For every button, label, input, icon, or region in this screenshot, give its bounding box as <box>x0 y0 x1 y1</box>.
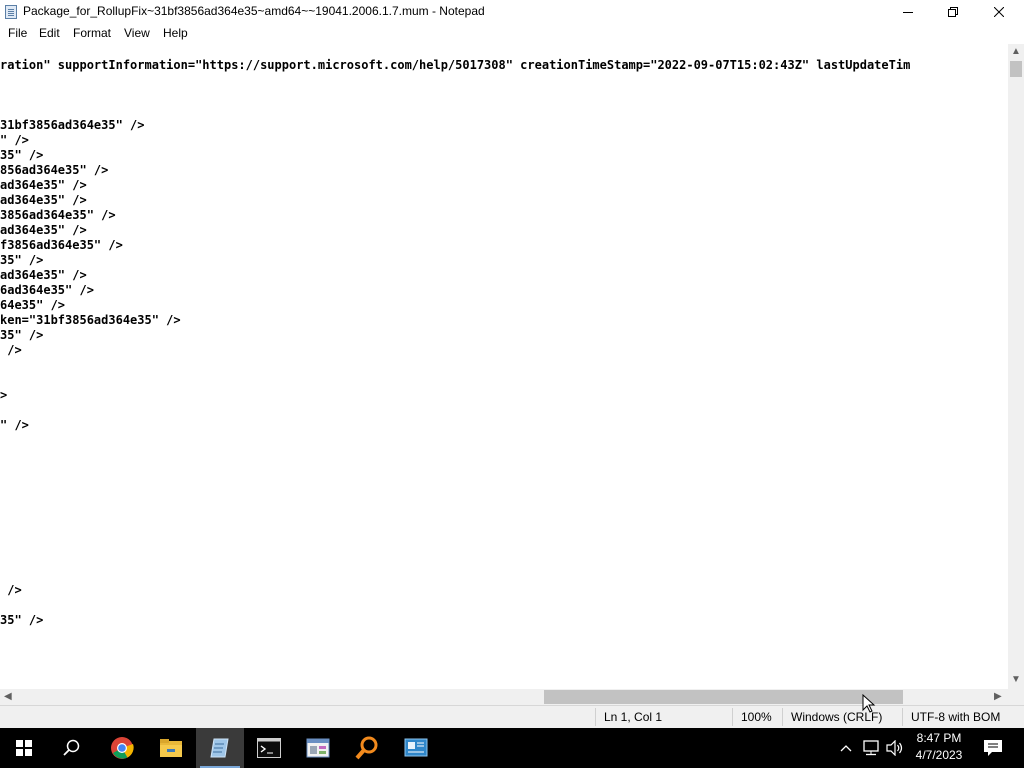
close-button[interactable] <box>976 0 1022 24</box>
menu-bar: File Edit Format View Help <box>0 24 1024 43</box>
text-line: 35" /> <box>0 253 44 267</box>
text-line: ad364e35" /> <box>0 193 87 207</box>
scroll-up-icon[interactable]: ▲ <box>1011 44 1021 60</box>
text-line: 856ad364e35" /> <box>0 163 109 177</box>
menu-edit[interactable]: Edit <box>39 26 60 40</box>
text-line: /> <box>0 343 22 357</box>
taskbar-chrome[interactable] <box>98 728 146 768</box>
status-divider <box>732 708 733 726</box>
magnifier-icon <box>355 736 378 760</box>
network-icon <box>863 740 879 756</box>
status-divider <box>595 708 596 726</box>
taskbar-terminal[interactable] <box>245 728 293 768</box>
text-line: f3856ad364e35" /> <box>0 238 123 252</box>
windows-logo-icon <box>16 740 32 756</box>
text-line: > <box>0 388 8 402</box>
notepad-icon <box>5 5 17 19</box>
scroll-left-icon[interactable]: ◀ <box>4 689 12 705</box>
start-button[interactable] <box>0 728 48 768</box>
taskbar: 8:47 PM 4/7/2023 <box>0 728 1024 768</box>
close-icon <box>994 7 1004 17</box>
clock-time: 8:47 PM <box>916 731 962 745</box>
text-line: /> <box>0 583 22 597</box>
scroll-down-icon[interactable]: ▼ <box>1011 672 1021 688</box>
folder-icon <box>160 739 182 757</box>
text-line: ad364e35" /> <box>0 223 87 237</box>
text-line: 35" /> <box>0 148 44 162</box>
chrome-icon <box>111 737 134 759</box>
status-divider <box>902 708 903 726</box>
title-bar: Package_for_RollupFix~31bf3856ad364e35~a… <box>0 0 1024 24</box>
minimize-button[interactable] <box>885 0 931 24</box>
taskbar-system-info[interactable] <box>392 728 440 768</box>
network-button[interactable] <box>860 728 882 768</box>
status-divider <box>782 708 783 726</box>
window-title: Package_for_RollupFix~31bf3856ad364e35~a… <box>23 4 485 18</box>
terminal-icon <box>257 738 281 758</box>
restore-icon <box>948 7 958 17</box>
text-line: 35" /> <box>0 613 44 627</box>
horizontal-scroll-thumb[interactable] <box>544 690 903 704</box>
menu-help[interactable]: Help <box>163 26 188 40</box>
scrollbar-corner <box>1008 689 1024 705</box>
text-line: 6ad364e35" /> <box>0 283 94 297</box>
vertical-scrollbar[interactable]: ▲ ▼ <box>1008 44 1024 689</box>
system-info-icon <box>404 738 428 757</box>
restore-button[interactable] <box>930 0 976 24</box>
text-editor[interactable]: ration" supportInformation="https://supp… <box>0 44 1008 689</box>
text-line: 35" /> <box>0 328 44 342</box>
text-line: ad364e35" /> <box>0 178 87 192</box>
mouse-cursor-icon <box>862 694 876 713</box>
search-button[interactable] <box>48 728 96 768</box>
notifications-button[interactable] <box>980 728 1006 768</box>
chevron-up-icon <box>840 745 852 752</box>
text-line: 31bf3856ad364e35" /> <box>0 118 145 132</box>
taskbar-control-panel[interactable] <box>294 728 342 768</box>
volume-icon <box>886 740 903 756</box>
vertical-scroll-thumb[interactable] <box>1010 61 1022 77</box>
volume-button[interactable] <box>884 728 906 768</box>
text-line: " /> <box>0 133 29 147</box>
status-encoding: UTF-8 with BOM <box>911 710 1001 724</box>
search-icon <box>63 739 80 756</box>
text-line: ad364e35" /> <box>0 268 87 282</box>
horizontal-scrollbar[interactable]: ◀ ▶ <box>0 689 1008 705</box>
minimize-icon <box>903 12 913 13</box>
status-zoom: 100% <box>741 710 772 724</box>
show-hidden-icons-button[interactable] <box>836 728 856 768</box>
menu-file[interactable]: File <box>8 26 27 40</box>
text-line: ken="31bf3856ad364e35" /> <box>0 313 181 327</box>
status-position: Ln 1, Col 1 <box>604 710 663 724</box>
taskbar-notepad[interactable] <box>196 728 244 768</box>
text-line: ration" supportInformation="https://supp… <box>0 58 911 72</box>
clock-date: 4/7/2023 <box>915 748 963 762</box>
notepad-icon <box>210 738 229 758</box>
menu-format[interactable]: Format <box>73 26 111 40</box>
text-line: 64e35" /> <box>0 298 66 312</box>
taskbar-file-explorer[interactable] <box>147 728 195 768</box>
taskbar-clock[interactable]: 8:47 PM 4/7/2023 <box>906 730 972 764</box>
text-line: 3856ad364e35" /> <box>0 208 116 222</box>
notification-icon <box>984 740 1002 756</box>
menu-view[interactable]: View <box>124 26 150 40</box>
scroll-right-icon[interactable]: ▶ <box>994 689 1002 705</box>
text-line: " /> <box>0 418 29 432</box>
taskbar-search-tool[interactable] <box>343 728 391 768</box>
control-panel-icon <box>306 738 330 758</box>
